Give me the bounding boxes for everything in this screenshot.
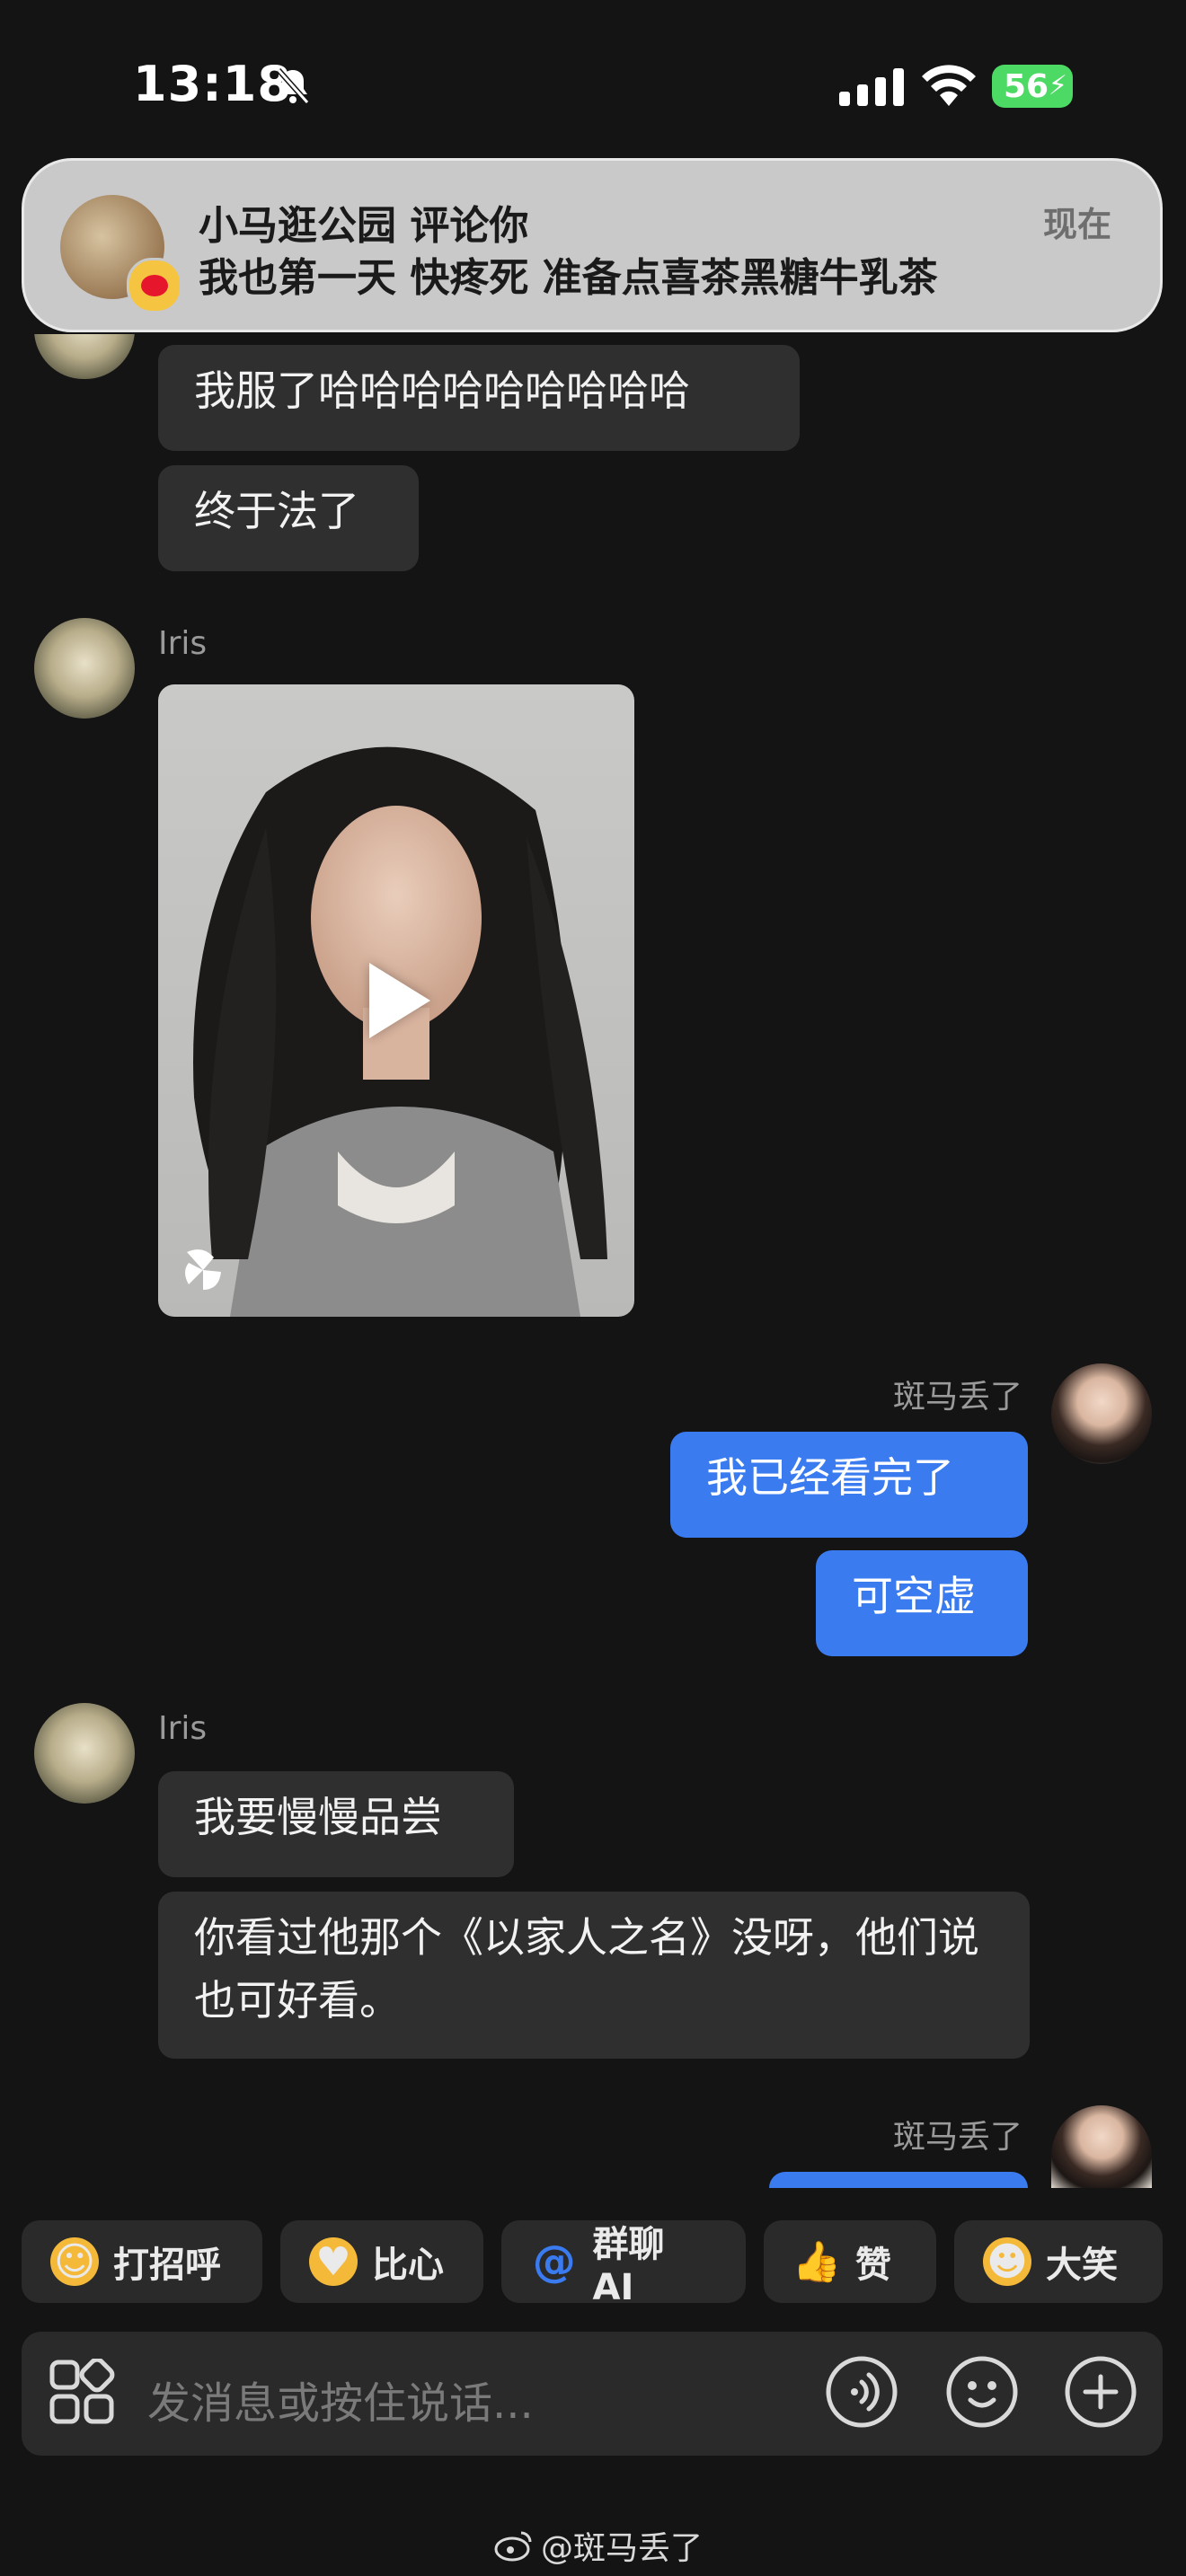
quick-reply-chip[interactable]: @ 群聊 AI	[501, 2220, 746, 2308]
avatar[interactable]	[34, 618, 135, 719]
sender-name: 斑马丢了	[893, 2119, 1023, 2156]
quick-reply-chip[interactable]: 👍 赞	[764, 2220, 936, 2303]
apps-grid-icon[interactable]	[49, 2359, 117, 2427]
weibo-icon	[127, 258, 182, 313]
battery-level: 56	[1003, 67, 1049, 105]
message-input[interactable]: 发消息或按住说话...	[147, 2368, 534, 2430]
sender-name: Iris	[158, 625, 208, 662]
message-bubble[interactable]: 我要慢慢品尝	[158, 1771, 514, 1877]
play-icon[interactable]	[369, 963, 430, 1038]
wifi-icon	[922, 65, 976, 106]
quick-reply-label: 大笑	[1046, 2245, 1118, 2286]
message-bubble[interactable]: 可空虚	[816, 1550, 1028, 1656]
message-input-bar[interactable]: 发消息或按住说话...	[22, 2332, 1163, 2456]
avatar[interactable]	[34, 1703, 135, 1804]
quick-reply-label: 比心	[372, 2245, 444, 2286]
laugh-emoji-icon: ☻	[983, 2237, 1031, 2286]
fan-icon	[185, 1249, 221, 1290]
message-bubble[interactable]: 我服了哈哈哈哈哈哈哈哈哈	[158, 345, 800, 451]
avatar[interactable]	[1051, 2105, 1152, 2188]
notification-time: 现在	[1042, 205, 1111, 244]
message-bubble-partial[interactable]	[769, 2172, 1028, 2188]
video-message[interactable]	[158, 684, 634, 1317]
quick-reply-chip[interactable]: ☻ 大笑	[954, 2220, 1163, 2303]
notification-banner[interactable]: 小马逛公园 评论你 我也第一天 快疼死 准备点喜茶黑糖牛乳茶 现在	[22, 158, 1163, 332]
notification-title: 小马逛公园 评论你	[199, 203, 529, 249]
quick-reply-chip[interactable]: ☺ 打招呼	[22, 2220, 262, 2303]
battery-indicator: 56 ⚡	[992, 65, 1073, 108]
watermark-text: @斑马丢了	[541, 2530, 704, 2567]
charging-bolt-icon: ⚡	[1048, 70, 1067, 101]
voice-icon[interactable]	[825, 2355, 898, 2429]
wave-emoji-icon: ☺	[50, 2237, 99, 2286]
watermark: @斑马丢了	[494, 2522, 703, 2569]
signal-icon	[839, 68, 904, 106]
avatar[interactable]	[1051, 1363, 1152, 1464]
thumbs-up-icon: 👍	[792, 2239, 842, 2285]
quick-reply-label: 赞	[855, 2245, 891, 2286]
message-bubble[interactable]: 终于法了	[158, 465, 419, 571]
status-time: 13:18	[133, 56, 292, 112]
quick-reply-chip[interactable]: ♥ 比心	[280, 2220, 483, 2303]
plus-icon[interactable]	[1064, 2355, 1137, 2429]
emoji-icon[interactable]	[945, 2355, 1019, 2429]
bell-muted-icon	[276, 68, 310, 104]
notification-body: 我也第一天 快疼死 准备点喜茶黑糖牛乳茶	[199, 255, 938, 301]
at-icon: @	[532, 2236, 576, 2287]
sender-name: Iris	[158, 1710, 208, 1747]
heart-hand-emoji-icon: ♥	[309, 2237, 358, 2286]
message-bubble[interactable]: 你看过他那个《以家人之名》没呀，他们说也可好看。	[158, 1892, 1030, 2059]
quick-reply-label: 打招呼	[113, 2245, 221, 2286]
weibo-logo-icon	[494, 2531, 532, 2562]
sender-name: 斑马丢了	[893, 1379, 1023, 1416]
quick-reply-label: 群聊 AI	[592, 2224, 665, 2308]
message-bubble[interactable]: 我已经看完了	[670, 1432, 1028, 1538]
